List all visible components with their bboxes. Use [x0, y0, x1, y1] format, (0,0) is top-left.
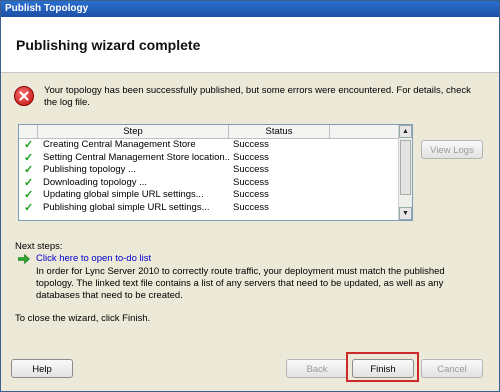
back-button[interactable]: Back [286, 359, 348, 378]
list-item[interactable]: ✓ Publishing topology ... Success [19, 164, 398, 177]
open-todo-list-link[interactable]: Click here to open to-do list [36, 253, 151, 264]
step-status: Success [233, 176, 269, 188]
view-logs-button[interactable]: View Logs [421, 140, 483, 159]
scroll-up-icon[interactable]: ▲ [399, 125, 412, 138]
step-status: Success [233, 189, 269, 201]
step-name: Publishing global simple URL settings... [43, 202, 210, 213]
step-name: Creating Central Management Store [43, 139, 196, 150]
steps-list-scrollbar[interactable]: ▲ ▼ [398, 125, 412, 220]
step-name: Publishing topology ... [43, 164, 136, 176]
step-status: Success [233, 139, 269, 150]
step-name: Downloading topology ... [43, 176, 148, 188]
page-title: Publishing wizard complete [16, 37, 201, 53]
window-title: Publish Topology [1, 1, 499, 17]
scroll-thumb[interactable] [400, 140, 411, 195]
list-item[interactable]: ✓ Updating global simple URL settings...… [19, 189, 398, 202]
close-instruction: To close the wizard, click Finish. [15, 313, 151, 324]
step-name: Setting Central Management Store locatio… [43, 151, 229, 163]
wizard-header: Publishing wizard complete [1, 17, 499, 73]
step-status: Success [233, 202, 269, 213]
finish-button[interactable]: Finish [352, 359, 414, 378]
list-item[interactable]: ✓ Publishing global simple URL settings.… [19, 202, 398, 215]
step-status: Success [233, 164, 269, 176]
checkmark-icon: ✓ [24, 189, 34, 202]
checkmark-icon: ✓ [24, 202, 34, 214]
checkmark-icon: ✓ [24, 151, 34, 164]
help-button[interactable]: Help [11, 359, 73, 378]
step-name: Updating global simple URL settings... [43, 189, 204, 201]
list-item[interactable]: ✓ Setting Central Management Store locat… [19, 152, 398, 165]
step-status: Success [233, 151, 269, 163]
steps-list-header: Step Status [19, 125, 398, 139]
list-item[interactable]: ✓ Downloading topology ... Success [19, 177, 398, 190]
list-item[interactable]: ✓ Creating Central Management Store Succ… [19, 139, 398, 152]
error-icon [14, 86, 34, 106]
result-message: Your topology has been successfully publ… [44, 85, 471, 108]
column-header-status[interactable]: Status [229, 125, 330, 138]
steps-rows: ✓ Creating Central Management Store Succ… [19, 139, 398, 220]
green-arrow-icon [18, 254, 30, 264]
cancel-button[interactable]: Cancel [421, 359, 483, 378]
steps-list[interactable]: Step Status ✓ Creating Central Managemen… [18, 124, 413, 221]
scroll-down-icon[interactable]: ▼ [399, 207, 412, 220]
checkmark-icon: ✓ [24, 139, 34, 151]
next-steps-label: Next steps: [15, 241, 63, 252]
publish-topology-window: Publish Topology Publishing wizard compl… [0, 0, 500, 392]
next-steps-description: In order for Lync Server 2010 to correct… [36, 266, 445, 301]
checkmark-icon: ✓ [24, 164, 34, 177]
wizard-content: Your topology has been successfully publ… [1, 73, 499, 391]
check-column-header [19, 125, 38, 138]
column-header-step[interactable]: Step [38, 125, 229, 138]
checkmark-icon: ✓ [24, 176, 34, 189]
